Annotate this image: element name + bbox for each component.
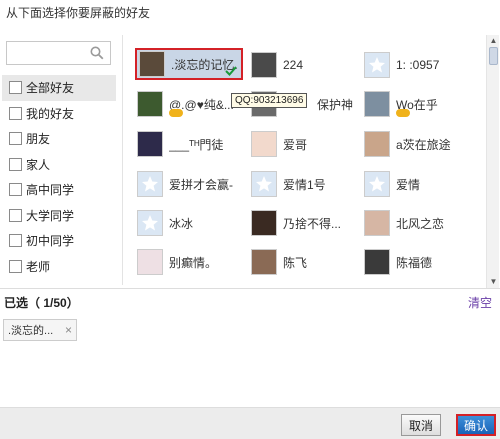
friend-name: 别癫情。 <box>169 255 218 270</box>
default-avatar-icon <box>364 52 390 78</box>
group-panel: 全部好友 我的好友 朋友 家人 高中同学 大学同学 初中同学 老师 <box>2 35 116 275</box>
default-avatar-icon <box>137 210 163 236</box>
friend-avatar <box>364 249 390 275</box>
clear-link[interactable]: 清空 <box>468 294 492 311</box>
group-label: 高中同学 <box>26 183 75 198</box>
group-checkbox[interactable] <box>9 259 22 273</box>
group-item-teachers[interactable]: 老师 <box>2 254 116 280</box>
group-label: 初中同学 <box>26 234 75 249</box>
group-label: 大学同学 <box>26 208 75 223</box>
friend-item[interactable]: Wo在乎 <box>364 87 476 121</box>
friend-item[interactable]: 爱哥 <box>251 127 363 161</box>
scroll-down-icon[interactable]: ▼ <box>487 276 500 288</box>
group-label: 老师 <box>26 259 51 274</box>
group-checkbox[interactable] <box>9 208 22 222</box>
friend-name: 陈飞 <box>283 255 308 270</box>
search-icon[interactable] <box>90 46 104 60</box>
group-item-university[interactable]: 大学同学 <box>2 203 116 229</box>
chip-label: .淡忘的... <box>8 325 54 337</box>
friend-avatar <box>251 249 277 275</box>
group-checkbox[interactable] <box>9 157 22 171</box>
group-item-all[interactable]: 全部好友 <box>2 75 116 101</box>
friend-name: 陈福德 <box>396 255 433 270</box>
friend-item[interactable]: 爱情 <box>364 167 476 201</box>
friend-item[interactable]: .淡忘的记忆. <box>135 48 243 80</box>
friend-avatar <box>251 131 277 157</box>
friend-name: 保护神 <box>317 97 354 112</box>
friend-avatar <box>251 52 277 78</box>
group-item-high-school[interactable]: 高中同学 <box>2 177 116 203</box>
friend-item[interactable]: 别癫情。 <box>137 245 249 279</box>
friend-avatar <box>137 131 163 157</box>
friend-item[interactable]: 陈飞 <box>251 245 363 279</box>
dialog-title: 从下面选择你要屏蔽的好友 <box>6 6 151 20</box>
friend-name: 冰冰 <box>169 216 194 231</box>
friend-avatar <box>364 131 390 157</box>
friend-name: a茨在旅途 <box>396 137 451 152</box>
friend-item[interactable]: 爱情1号 <box>251 167 363 201</box>
search-box[interactable] <box>6 41 111 65</box>
group-item-family[interactable]: 家人 <box>2 152 116 178</box>
check-icon <box>225 66 237 76</box>
scroll-up-icon[interactable]: ▲ <box>487 35 500 47</box>
friend-name: ___ᵀᴴ門徒 <box>169 137 224 152</box>
friend-name: 爱情1号 <box>283 177 326 192</box>
friend-item[interactable]: 陈福德 <box>364 245 476 279</box>
friend-avatar <box>137 91 163 117</box>
selected-count: 已选（ 1/50） <box>4 296 79 310</box>
friend-avatar <box>139 51 165 77</box>
group-checkbox[interactable] <box>9 234 22 248</box>
friend-grid: .淡忘的记忆. 224 1: :0957 @.@♥纯&... 保护神 Wo在乎 … <box>128 38 486 288</box>
panel-divider <box>122 35 123 285</box>
default-avatar-icon <box>364 171 390 197</box>
friend-name: 北风之恋 <box>396 216 445 231</box>
friend-item[interactable]: ___ᵀᴴ門徒 <box>137 127 249 161</box>
section-divider <box>0 288 500 289</box>
default-avatar-icon <box>251 171 277 197</box>
friend-avatar <box>364 91 390 117</box>
group-checkbox[interactable] <box>9 183 22 197</box>
group-label: 家人 <box>26 157 51 172</box>
close-icon[interactable]: × <box>65 323 72 337</box>
friend-name: 爱拼才会赢- <box>169 177 233 192</box>
default-avatar-icon <box>137 171 163 197</box>
group-item-my-friends[interactable]: 我的好友 <box>2 101 116 127</box>
group-label: 全部好友 <box>26 81 75 96</box>
group-checkbox[interactable] <box>9 132 22 146</box>
friend-item[interactable]: 冰冰 <box>137 206 249 240</box>
friend-avatar <box>251 210 277 236</box>
qq-number-tooltip: QQ:903213696 <box>231 93 308 108</box>
group-item-middle-school[interactable]: 初中同学 <box>2 228 116 254</box>
friend-item[interactable]: a茨在旅途 <box>364 127 476 161</box>
friend-avatar <box>364 210 390 236</box>
friend-avatar <box>137 249 163 275</box>
group-label: 朋友 <box>26 132 51 147</box>
friend-item[interactable]: 北风之恋 <box>364 206 476 240</box>
friend-item[interactable]: 224 <box>251 48 363 82</box>
cancel-button[interactable]: 取消 <box>401 414 441 436</box>
friend-name: 爱情 <box>396 177 421 192</box>
friend-name: 爱哥 <box>283 137 308 152</box>
group-checkbox[interactable] <box>9 106 22 120</box>
vip-icon <box>169 109 183 117</box>
friend-name: 乃捨不得... <box>283 216 342 231</box>
friend-name: 1: :0957 <box>396 58 440 72</box>
friend-grid-scrollbar[interactable]: ▲ ▼ <box>486 35 499 288</box>
friend-item[interactable]: 1: :0957 <box>364 48 476 82</box>
selected-friend-chip: .淡忘的... × <box>3 319 77 341</box>
confirm-button[interactable]: 确认 <box>456 414 496 436</box>
vip-icon <box>396 109 410 117</box>
search-input[interactable] <box>7 42 87 64</box>
friend-item[interactable]: 爱拼才会赢- <box>137 167 249 201</box>
group-label: 我的好友 <box>26 106 75 121</box>
group-item-friends[interactable]: 朋友 <box>2 126 116 152</box>
friend-item[interactable]: 乃捨不得... <box>251 206 363 240</box>
scroll-thumb[interactable] <box>489 47 498 65</box>
group-checkbox[interactable] <box>9 81 22 95</box>
group-list: 全部好友 我的好友 朋友 家人 高中同学 大学同学 初中同学 老师 <box>2 75 116 279</box>
friend-name: 224 <box>283 58 304 72</box>
